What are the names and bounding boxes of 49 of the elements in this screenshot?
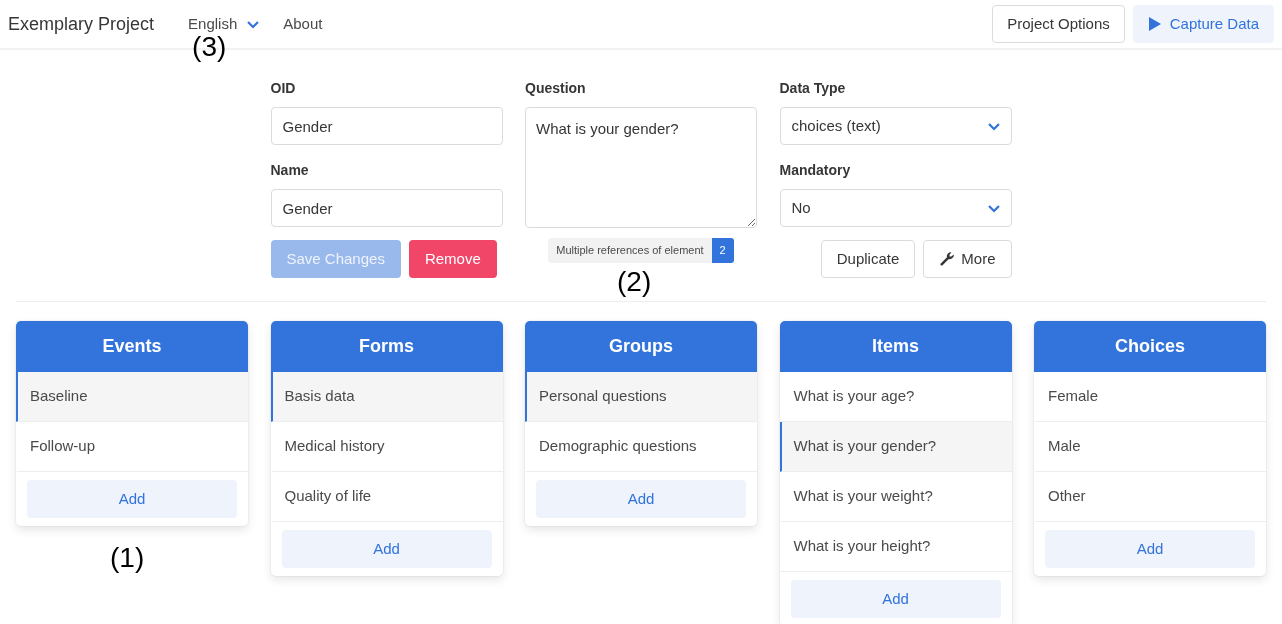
reference-label: Multiple references of element — [548, 238, 712, 263]
field-label: Name — [270, 161, 310, 180]
text-input[interactable]: Gender — [270, 107, 503, 145]
list-item[interactable]: Follow-up — [16, 422, 248, 472]
play-icon — [1147, 16, 1162, 32]
list-item[interactable]: What is your weight? — [779, 472, 1012, 522]
list-item[interactable]: Personal questions — [525, 372, 757, 422]
chevron-icon — [247, 19, 260, 29]
column-header: Groups — [525, 321, 757, 372]
text-input[interactable]: Gender — [270, 189, 503, 227]
remove-button[interactable]: Remove — [408, 240, 497, 278]
column-header: Events — [16, 321, 248, 372]
list-item[interactable]: Male — [1034, 422, 1266, 472]
add-button[interactable]: Add — [790, 580, 1001, 618]
chevron-icon — [987, 121, 1000, 131]
chevron-icon — [987, 203, 1000, 213]
options-button[interactable]: Project Options — [992, 4, 1125, 44]
list-item[interactable]: What is your height? — [779, 522, 1012, 572]
more-button[interactable]: More — [923, 240, 1012, 278]
select-field[interactable]: No — [779, 189, 1012, 227]
select-field[interactable]: choices (text) — [779, 107, 1012, 145]
column-header: Choices — [1034, 321, 1266, 372]
list-item[interactable]: Basis data — [270, 372, 503, 422]
field-label: Mandatory — [779, 161, 852, 180]
brand-title: Exemplary Project — [8, 12, 155, 36]
list-item[interactable]: Medical history — [270, 422, 503, 472]
list-item[interactable]: Baseline — [16, 372, 248, 422]
question-textarea[interactable]: What is your gender? — [525, 107, 757, 228]
list-item[interactable]: Demographic questions — [525, 422, 757, 472]
add-button[interactable]: Add — [281, 530, 492, 568]
list-item[interactable]: Quality of life — [270, 472, 503, 522]
count-badge: 2 — [711, 238, 734, 263]
add-button[interactable]: Add — [1045, 530, 1255, 568]
field-label: OID — [270, 79, 297, 98]
duplicate-button[interactable]: Duplicate — [820, 240, 916, 278]
add-button[interactable]: Add — [536, 480, 746, 518]
field-label: Question — [525, 79, 587, 98]
list-item[interactable]: What is your gender? — [779, 422, 1012, 472]
capture-button[interactable]: Capture Data — [1132, 4, 1274, 44]
add-button[interactable]: Add — [27, 480, 237, 518]
column-header: Forms — [270, 321, 503, 372]
callout-label: (1) — [110, 544, 145, 572]
wrench-icon — [939, 251, 956, 267]
callout-label: (2) — [617, 268, 652, 296]
list-item[interactable]: Other — [1034, 472, 1266, 522]
nav-link[interactable]: About — [271, 12, 335, 36]
field-label: Data Type — [779, 79, 847, 98]
list-item[interactable]: Female — [1034, 372, 1266, 422]
column-header: Items — [779, 321, 1012, 372]
